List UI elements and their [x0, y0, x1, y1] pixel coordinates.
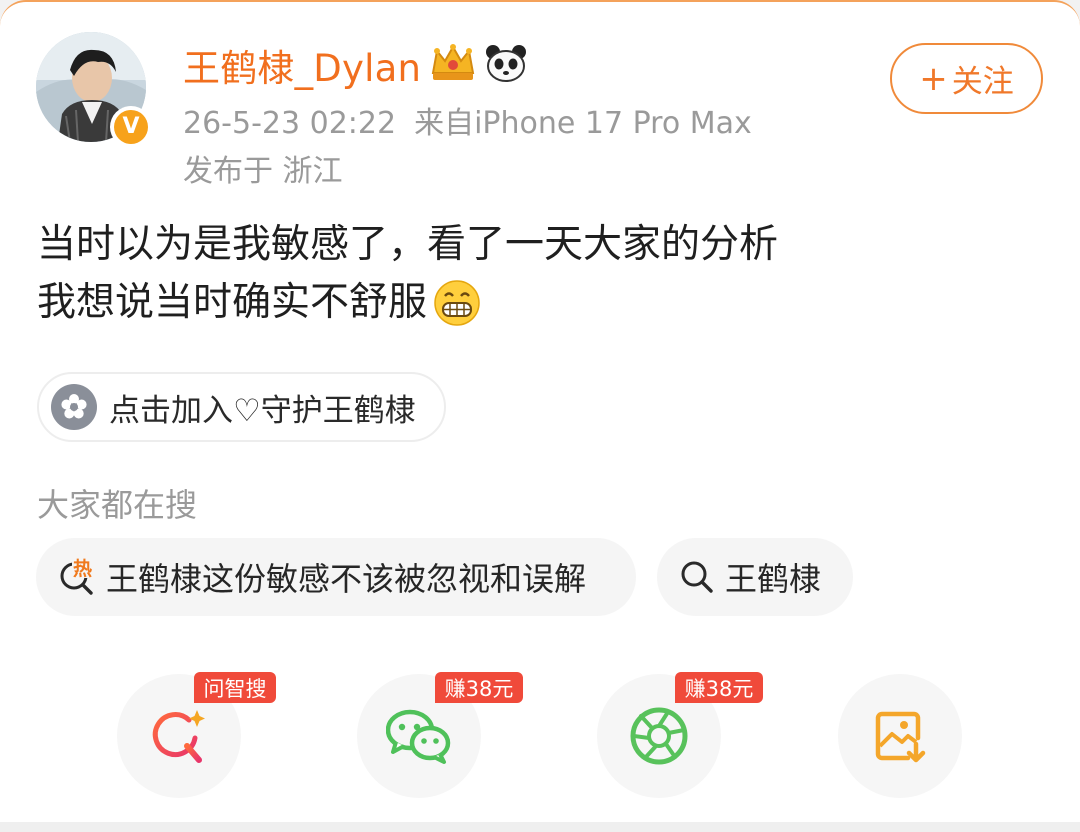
panda-emoji-icon: [485, 43, 527, 87]
post-card: V 王鹤棣_Dylan 26-5-23 02:22 来自iPhone 17 Pro…: [0, 0, 1080, 822]
join-supergroup-pill[interactable]: 点击加入♡守护王鹤棣: [37, 372, 446, 442]
plus-icon: +: [919, 58, 948, 99]
post-meta: 26-5-23 02:22 来自iPhone 17 Pro Max: [183, 98, 752, 142]
ai-search-tag: 问智搜: [194, 672, 276, 703]
verified-badge: V: [110, 106, 152, 148]
crown-emoji-icon: [429, 43, 477, 87]
follow-label: 关注: [951, 64, 1014, 100]
save-image-button[interactable]: [838, 674, 962, 798]
post-date: 26-5-23 02:22: [183, 106, 397, 141]
hot-badge: 热: [73, 558, 93, 580]
search-chip-hot[interactable]: 热 王鹤棣这份敏感不该被忽视和误解: [36, 538, 636, 616]
search-icon: [679, 559, 715, 595]
post-source: 来自iPhone 17 Pro Max: [414, 106, 752, 141]
join-label: 点击加入♡守护王鹤棣: [109, 392, 416, 429]
post-content: 当时以为是我敏感了，看了一天大家的分析 我想说当时确实不舒服: [37, 216, 778, 332]
ai-search-icon: [149, 706, 209, 766]
save-image-icon: [872, 708, 928, 764]
grinning-face-icon: [433, 279, 481, 327]
moments-icon: [629, 706, 689, 766]
wechat-reward-tag: 赚38元: [435, 672, 523, 703]
search-chip-label: 王鹤棣: [725, 560, 822, 598]
trending-search-title: 大家都在搜: [37, 486, 198, 524]
post-location: 发布于 浙江: [183, 154, 343, 189]
follow-button[interactable]: + 关注: [890, 43, 1043, 114]
search-chip[interactable]: 王鹤棣: [657, 538, 853, 616]
content-text: 我想说当时确实不舒服: [37, 280, 428, 325]
wechat-icon: [386, 708, 452, 764]
content-line-2: 我想说当时确实不舒服: [37, 274, 778, 332]
search-chip-label: 王鹤棣这份敏感不该被忽视和误解: [106, 560, 587, 598]
verified-v-icon: V: [114, 110, 148, 144]
hot-search-icon: 热: [58, 558, 96, 596]
content-line: 当时以为是我敏感了，看了一天大家的分析: [37, 222, 779, 267]
moments-reward-tag: 赚38元: [675, 672, 763, 703]
bottom-divider: [0, 822, 1080, 832]
username[interactable]: 王鹤棣_Dylan: [183, 38, 421, 92]
username-row: 王鹤棣_Dylan: [183, 40, 527, 90]
flower-icon: [51, 384, 97, 430]
